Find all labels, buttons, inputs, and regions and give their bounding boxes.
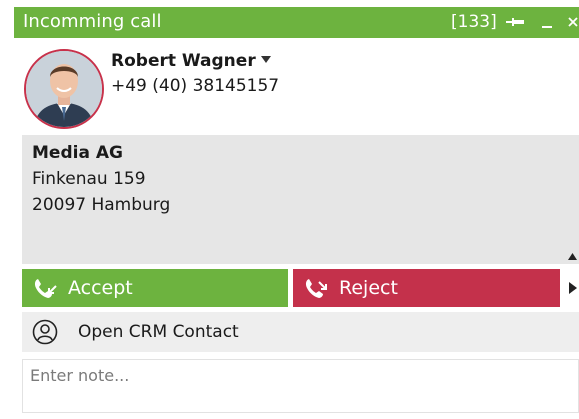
scroll-up-icon[interactable]: [568, 253, 577, 260]
caller-phone: +49 (40) 38145157: [111, 76, 280, 96]
note-input[interactable]: [22, 359, 579, 413]
address-panel: Media AG Finkenau 159 20097 Hamburg: [22, 135, 579, 264]
phone-accept-icon: [34, 279, 57, 298]
chevron-down-icon[interactable]: [260, 55, 272, 65]
city-address: 20097 Hamburg: [32, 195, 171, 215]
minimize-icon[interactable]: [541, 14, 553, 30]
close-icon[interactable]: [567, 15, 579, 29]
reject-button[interactable]: Reject: [293, 269, 560, 307]
person-icon: [32, 319, 58, 345]
phone-reject-icon: [305, 279, 327, 298]
window-title: Incomming call: [23, 11, 162, 32]
caller-header: Robert Wagner +49 (40) 38145157: [14, 38, 579, 135]
pin-icon[interactable]: [506, 15, 524, 29]
incoming-call-window: Incomming call [133] Robert Wagner +49 (…: [14, 7, 579, 419]
accept-label: Accept: [68, 277, 133, 299]
avatar-photo: [26, 51, 102, 127]
avatar: [24, 49, 104, 129]
caller-name: Robert Wagner: [111, 51, 256, 71]
crm-label: Open CRM Contact: [78, 322, 239, 342]
call-count: [133]: [451, 12, 497, 32]
title-bar: Incomming call [133]: [14, 7, 579, 38]
company-name: Media AG: [32, 143, 123, 163]
open-crm-contact-button[interactable]: Open CRM Contact: [22, 312, 579, 352]
reject-label: Reject: [339, 277, 398, 299]
chevron-right-icon[interactable]: [568, 281, 578, 295]
accept-button[interactable]: Accept: [22, 269, 288, 307]
street-address: Finkenau 159: [32, 169, 146, 189]
